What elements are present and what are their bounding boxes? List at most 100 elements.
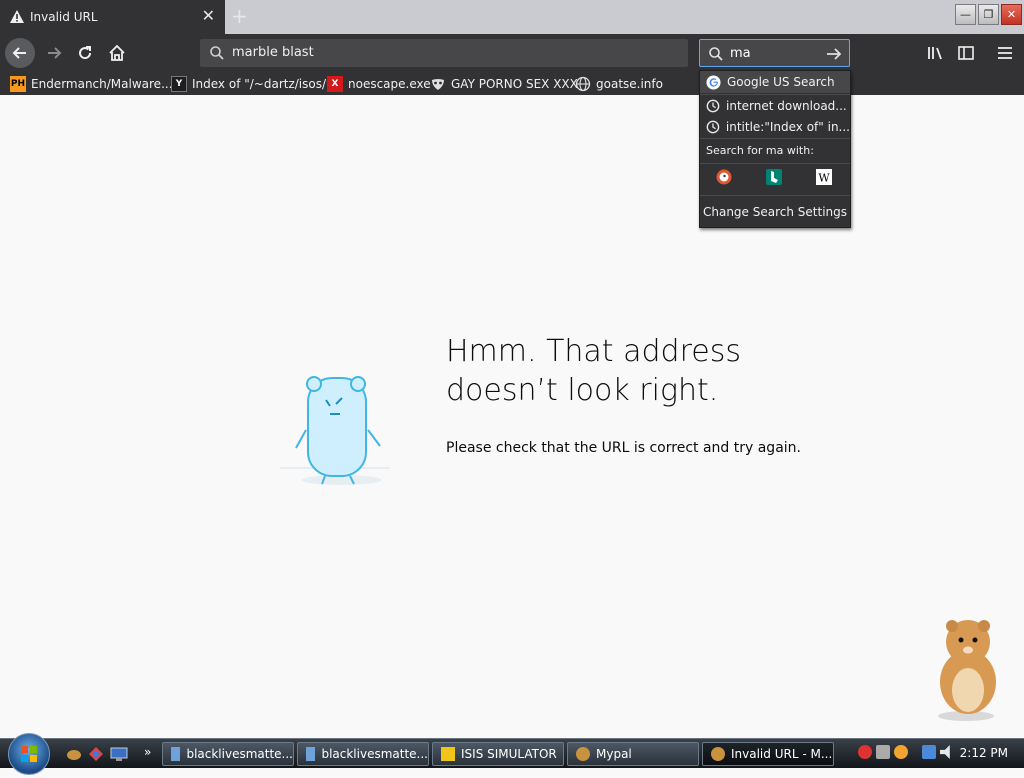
clock-icon xyxy=(706,120,720,134)
new-tab-button[interactable]: + xyxy=(231,6,248,26)
hamburger-icon xyxy=(998,47,1012,59)
suggestion-google-us-search[interactable]: Google US Search xyxy=(700,71,850,93)
home-button[interactable] xyxy=(103,39,131,67)
error-title: Hmm. That address doesn’t look right. xyxy=(446,332,741,410)
search-text: ma xyxy=(730,46,751,61)
desktop-hamster-mascot[interactable] xyxy=(918,612,1010,722)
window-controls: — ❐ ✕ xyxy=(953,4,1022,25)
minimize-button[interactable]: — xyxy=(955,4,976,25)
reload-icon xyxy=(79,46,92,60)
sidebar-button[interactable] xyxy=(952,39,980,67)
wikipedia-icon[interactable]: W xyxy=(816,169,832,185)
suggestion-label: internet download... xyxy=(726,99,847,113)
warning-icon xyxy=(10,10,24,23)
google-icon xyxy=(706,74,721,90)
taskbar-item-label: blacklivesmatte... xyxy=(186,747,293,761)
error-title-line: Hmm. That address xyxy=(446,334,741,369)
svg-text:W: W xyxy=(818,172,830,185)
suggestion-label: intitle:"Index of" in... xyxy=(725,120,850,134)
menu-button[interactable] xyxy=(991,39,1019,67)
tab-invalid-url[interactable]: Invalid URL ✕ xyxy=(0,0,225,34)
url-bar[interactable]: marble blast xyxy=(200,39,688,67)
bing-icon[interactable] xyxy=(766,169,782,185)
clock[interactable]: 2:12 PM xyxy=(960,746,1008,760)
history-suggestion[interactable]: intitle:"Index of" in... xyxy=(700,116,850,138)
broken-hamster-illustration xyxy=(280,376,390,485)
taskbar-item-label: blacklivesmatte... xyxy=(321,747,428,761)
tab-title: Invalid URL xyxy=(30,10,98,24)
document-icon xyxy=(306,747,316,761)
error-description: Please check that the URL is correct and… xyxy=(446,440,801,456)
hamster-icon xyxy=(711,747,725,761)
folder-icon xyxy=(441,747,455,761)
home-icon xyxy=(109,44,125,61)
search-icon xyxy=(709,47,723,61)
document-icon xyxy=(171,747,181,761)
hamster-quicklaunch-icon[interactable] xyxy=(66,747,82,761)
taskbar-item-label: Invalid URL - M... xyxy=(731,747,833,761)
history-suggestion[interactable]: internet download... xyxy=(700,95,850,117)
change-search-settings[interactable]: Change Search Settings xyxy=(700,201,850,223)
library-button[interactable] xyxy=(921,39,949,67)
search-for-text: Search for ma with: xyxy=(706,143,814,157)
restore-button[interactable]: ❐ xyxy=(978,4,999,25)
taskbar-item[interactable]: blacklivesmatte... xyxy=(162,742,294,766)
search-for-label: Search for ma with: xyxy=(700,139,850,161)
close-window-button[interactable]: ✕ xyxy=(1001,4,1022,25)
bookmark-goatse[interactable]: goatse.info xyxy=(575,76,663,92)
search-bar[interactable]: ma xyxy=(699,39,850,67)
mask-favicon-icon xyxy=(432,79,444,90)
start-button[interactable] xyxy=(8,733,50,775)
error-title-line: doesn’t look right. xyxy=(446,373,719,408)
bookmark-index-of-dartz[interactable]: Y Index of "/~dartz/isos/" xyxy=(171,76,332,92)
taskbar-item-label: Mypal xyxy=(596,747,632,761)
search-suggestions-popup: Google US Search internet download... in… xyxy=(699,70,851,228)
close-tab-icon[interactable]: ✕ xyxy=(202,8,215,24)
sidebar-icon xyxy=(958,46,974,60)
clock-icon xyxy=(706,99,720,113)
back-button[interactable] xyxy=(5,38,35,68)
noescape-favicon-icon: X xyxy=(327,76,343,92)
search-icon xyxy=(210,46,224,60)
taskbar-item-label: ISIS SIMULATOR xyxy=(461,747,557,761)
hamster-icon xyxy=(576,747,590,761)
taskbar-item-active[interactable]: Invalid URL - M... xyxy=(702,742,834,766)
network-icon[interactable] xyxy=(922,745,936,759)
back-arrow-icon xyxy=(12,47,26,59)
volume-icon[interactable] xyxy=(940,745,950,759)
taskbar-item[interactable]: ISIS SIMULATOR xyxy=(432,742,564,766)
error-tray-icon[interactable] xyxy=(858,745,872,759)
bookmarks-toolbar: PH Endermanch/Malware... Y Index of "/~d… xyxy=(0,72,1024,95)
quicklaunch-icon[interactable] xyxy=(88,746,104,762)
bookmark-gay-porno[interactable]: GAY PORNO SEX XXX xyxy=(430,76,578,92)
search-tray-icon[interactable] xyxy=(894,745,908,759)
reload-button[interactable] xyxy=(71,39,99,67)
bookmark-label: Index of "/~dartz/isos/" xyxy=(192,77,332,91)
show-desktop-icon[interactable] xyxy=(110,746,128,762)
globe-icon xyxy=(575,76,591,92)
taskbar-item[interactable]: Mypal xyxy=(567,742,699,766)
pornhub-favicon-icon: PH xyxy=(10,76,26,92)
go-arrow-icon[interactable] xyxy=(825,46,843,62)
tray-app-icon[interactable] xyxy=(876,745,890,759)
suggestion-label: Google US Search xyxy=(727,75,835,89)
taskbar-item[interactable]: blacklivesmatte... xyxy=(297,742,429,766)
bookmark-label: GAY PORNO SEX XXX xyxy=(451,77,578,91)
navigation-toolbar: marble blast ma xyxy=(0,34,1024,72)
bookmark-label: noescape.exe xyxy=(348,77,431,91)
bookmark-noescape[interactable]: X noescape.exe xyxy=(327,76,431,92)
bookmark-label: goatse.info xyxy=(596,77,663,91)
quicklaunch-overflow-icon[interactable]: » xyxy=(144,745,151,759)
duckduckgo-icon[interactable] xyxy=(716,169,732,185)
settings-label: Change Search Settings xyxy=(702,205,848,219)
ycombinator-favicon-icon: Y xyxy=(171,76,187,92)
bookmark-label: Endermanch/Malware... xyxy=(31,77,173,91)
forward-button[interactable] xyxy=(40,39,68,67)
system-tray xyxy=(858,745,954,759)
url-text: marble blast xyxy=(232,45,314,60)
divider xyxy=(700,163,850,164)
bookmark-endermanch[interactable]: PH Endermanch/Malware... xyxy=(10,76,173,92)
forward-arrow-icon xyxy=(48,47,62,59)
divider xyxy=(700,195,850,196)
tab-strip: Invalid URL ✕ + — ❐ ✕ xyxy=(0,0,1024,36)
